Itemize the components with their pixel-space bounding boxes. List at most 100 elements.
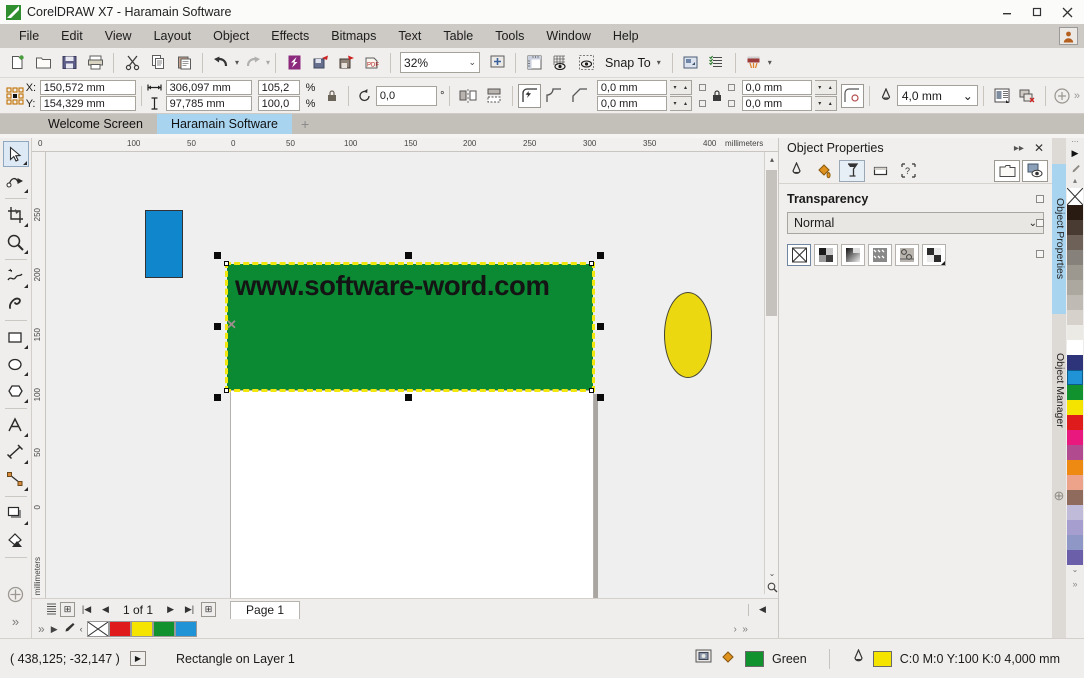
two-color-flyout-icon[interactable] — [941, 261, 945, 265]
crop-tool-flyout-icon[interactable] — [23, 223, 28, 227]
palette-color-swatch[interactable] — [1067, 445, 1083, 460]
bitmap-pattern-transparency-button[interactable] — [895, 244, 919, 266]
two-color-pattern-transparency-button[interactable] — [922, 244, 946, 266]
palette-next-icon[interactable]: › » — [734, 624, 748, 635]
rotation-input[interactable]: 0,0 — [375, 85, 438, 106]
freehand-tool[interactable] — [3, 263, 29, 289]
menu-tools[interactable]: Tools — [484, 26, 535, 46]
freehand-tool-flyout-icon[interactable] — [23, 284, 28, 288]
docker-folder-icon[interactable] — [994, 159, 1020, 182]
menu-window[interactable]: Window — [535, 26, 601, 46]
scale-horizontal-input[interactable]: 105,2 — [257, 80, 300, 95]
palette-color-swatch[interactable] — [1067, 535, 1083, 550]
palette-swatch-red[interactable] — [108, 621, 131, 637]
palette-color-swatch-selected[interactable] — [1067, 370, 1083, 385]
docker-collapse-icon[interactable]: ▸▸ — [1008, 143, 1030, 154]
menu-object[interactable]: Object — [202, 26, 260, 46]
save-document-icon[interactable] — [56, 51, 82, 75]
corner-bl-spinner[interactable]: ▾ ▴ — [669, 96, 692, 111]
palette-overflow-icon[interactable]: » — [32, 622, 51, 636]
palette-expand-icon[interactable]: » — [1066, 579, 1084, 593]
corner-tl-spinner[interactable]: ▾ ▴ — [669, 80, 692, 95]
palette-color-swatch[interactable] — [1067, 460, 1083, 475]
hscroll-left-button[interactable]: ◀ — [755, 602, 770, 617]
corner-tr-spinner[interactable]: ▾ ▴ — [814, 80, 837, 95]
snap-to-button[interactable]: Snap To ▾ — [599, 56, 667, 70]
palette-color-swatch[interactable] — [1067, 310, 1083, 325]
docker-close-icon[interactable]: ✕ — [1030, 141, 1048, 155]
fill-tool[interactable] — [3, 527, 29, 553]
drawing-canvas[interactable]: www.software-word.com ✕ — [46, 152, 778, 638]
palette-color-swatch[interactable] — [1067, 265, 1083, 280]
corner-lock-icon[interactable] — [706, 85, 728, 107]
palette-color-swatch[interactable] — [1067, 430, 1083, 445]
palette-color-swatch[interactable] — [1067, 505, 1083, 520]
corner-br-spinner[interactable]: ▾ ▴ — [814, 96, 837, 111]
palette-pointer-icon[interactable]: ▶ — [51, 624, 62, 635]
redo-icon[interactable] — [239, 51, 265, 75]
maximize-button[interactable] — [1022, 1, 1052, 23]
add-docker-icon[interactable]: ⊕ — [1052, 488, 1066, 504]
cut-icon[interactable] — [119, 51, 145, 75]
snap-to-caret-icon[interactable]: ▾ — [657, 58, 661, 67]
docker-preview-icon[interactable] — [1022, 159, 1048, 182]
palette-color-swatch[interactable] — [1067, 250, 1083, 265]
menu-edit[interactable]: Edit — [50, 26, 94, 46]
fill-color-swatch[interactable] — [744, 650, 764, 667]
import-icon[interactable] — [307, 51, 333, 75]
canvas-vertical-scrollbar[interactable]: ▴ ⌄ — [764, 152, 779, 594]
palette-color-swatch[interactable] — [1067, 385, 1083, 400]
transparency-properties-tab[interactable] — [839, 159, 865, 182]
transparency-section-toggle[interactable] — [1036, 195, 1044, 203]
blue-rectangle-object[interactable] — [145, 210, 183, 278]
palette-swatch-yellow[interactable] — [130, 621, 153, 637]
print-icon[interactable] — [82, 51, 108, 75]
mirror-vertical-icon[interactable] — [481, 84, 507, 108]
merge-mode-toggle[interactable] — [1036, 219, 1044, 227]
selection-handle-br[interactable] — [597, 394, 604, 401]
tab-welcome-screen[interactable]: Welcome Screen — [34, 114, 157, 134]
fill-properties-tab[interactable] — [811, 160, 837, 182]
next-page-button[interactable]: ▶ — [163, 602, 178, 617]
menu-help[interactable]: Help — [602, 26, 650, 46]
outline-width-caret-icon[interactable]: ⌄ — [963, 89, 973, 103]
palette-color-swatch[interactable] — [1067, 550, 1083, 565]
tab-haramain-software[interactable]: Haramain Software — [156, 114, 292, 134]
screen-mode-icon[interactable] — [695, 649, 712, 668]
palette-color-swatch[interactable] — [1067, 475, 1083, 490]
palette-swatch-none[interactable] — [86, 621, 109, 637]
shape-tool[interactable] — [3, 168, 29, 194]
ellipse-tool[interactable] — [3, 351, 29, 377]
transparency-type-toggle[interactable] — [1036, 250, 1044, 258]
remove-hairline-icon[interactable] — [1015, 84, 1041, 108]
menu-table[interactable]: Table — [432, 26, 484, 46]
selection-handle-bl[interactable] — [214, 394, 221, 401]
copy-icon[interactable] — [145, 51, 171, 75]
horizontal-ruler[interactable]: 0 100 50 0 50 100 150 200 250 300 350 40… — [32, 138, 778, 152]
vertical-scroll-thumb[interactable] — [766, 170, 777, 316]
palette-color-swatch[interactable] — [1067, 295, 1083, 310]
relative-corner-scaling-icon[interactable] — [840, 83, 865, 108]
palette-eyedropper-top-icon[interactable] — [1066, 162, 1084, 176]
object-manager-icon[interactable] — [704, 51, 730, 75]
node-handle-tl[interactable] — [224, 261, 229, 266]
vector-pattern-transparency-button[interactable] — [868, 244, 892, 266]
palette-color-swatch[interactable] — [1067, 280, 1083, 295]
add-toolbar-item-icon[interactable] — [1051, 85, 1073, 107]
shape-tool-flyout-icon[interactable] — [23, 189, 28, 193]
menu-layout[interactable]: Layout — [143, 26, 203, 46]
insert-page-before-button[interactable]: ⊞ — [60, 602, 75, 617]
undo-icon[interactable] — [208, 51, 234, 75]
paste-icon[interactable] — [171, 51, 197, 75]
open-document-icon[interactable] — [30, 51, 56, 75]
corel-connect-icon[interactable] — [281, 51, 307, 75]
fullscreen-preview-icon[interactable] — [484, 51, 510, 75]
palette-scroll-down-icon[interactable]: ⌄ — [1066, 565, 1084, 579]
show-guidelines-icon[interactable] — [573, 51, 599, 75]
corner-bottom-right-input[interactable]: 0,0 mm — [741, 96, 812, 111]
first-page-button[interactable]: |◀ — [79, 602, 94, 617]
palette-eyedropper-icon[interactable] — [62, 621, 76, 638]
palette-swatch-blue[interactable] — [174, 621, 197, 637]
palette-color-swatch[interactable] — [1067, 205, 1083, 220]
palette-color-swatch[interactable] — [1067, 355, 1083, 370]
